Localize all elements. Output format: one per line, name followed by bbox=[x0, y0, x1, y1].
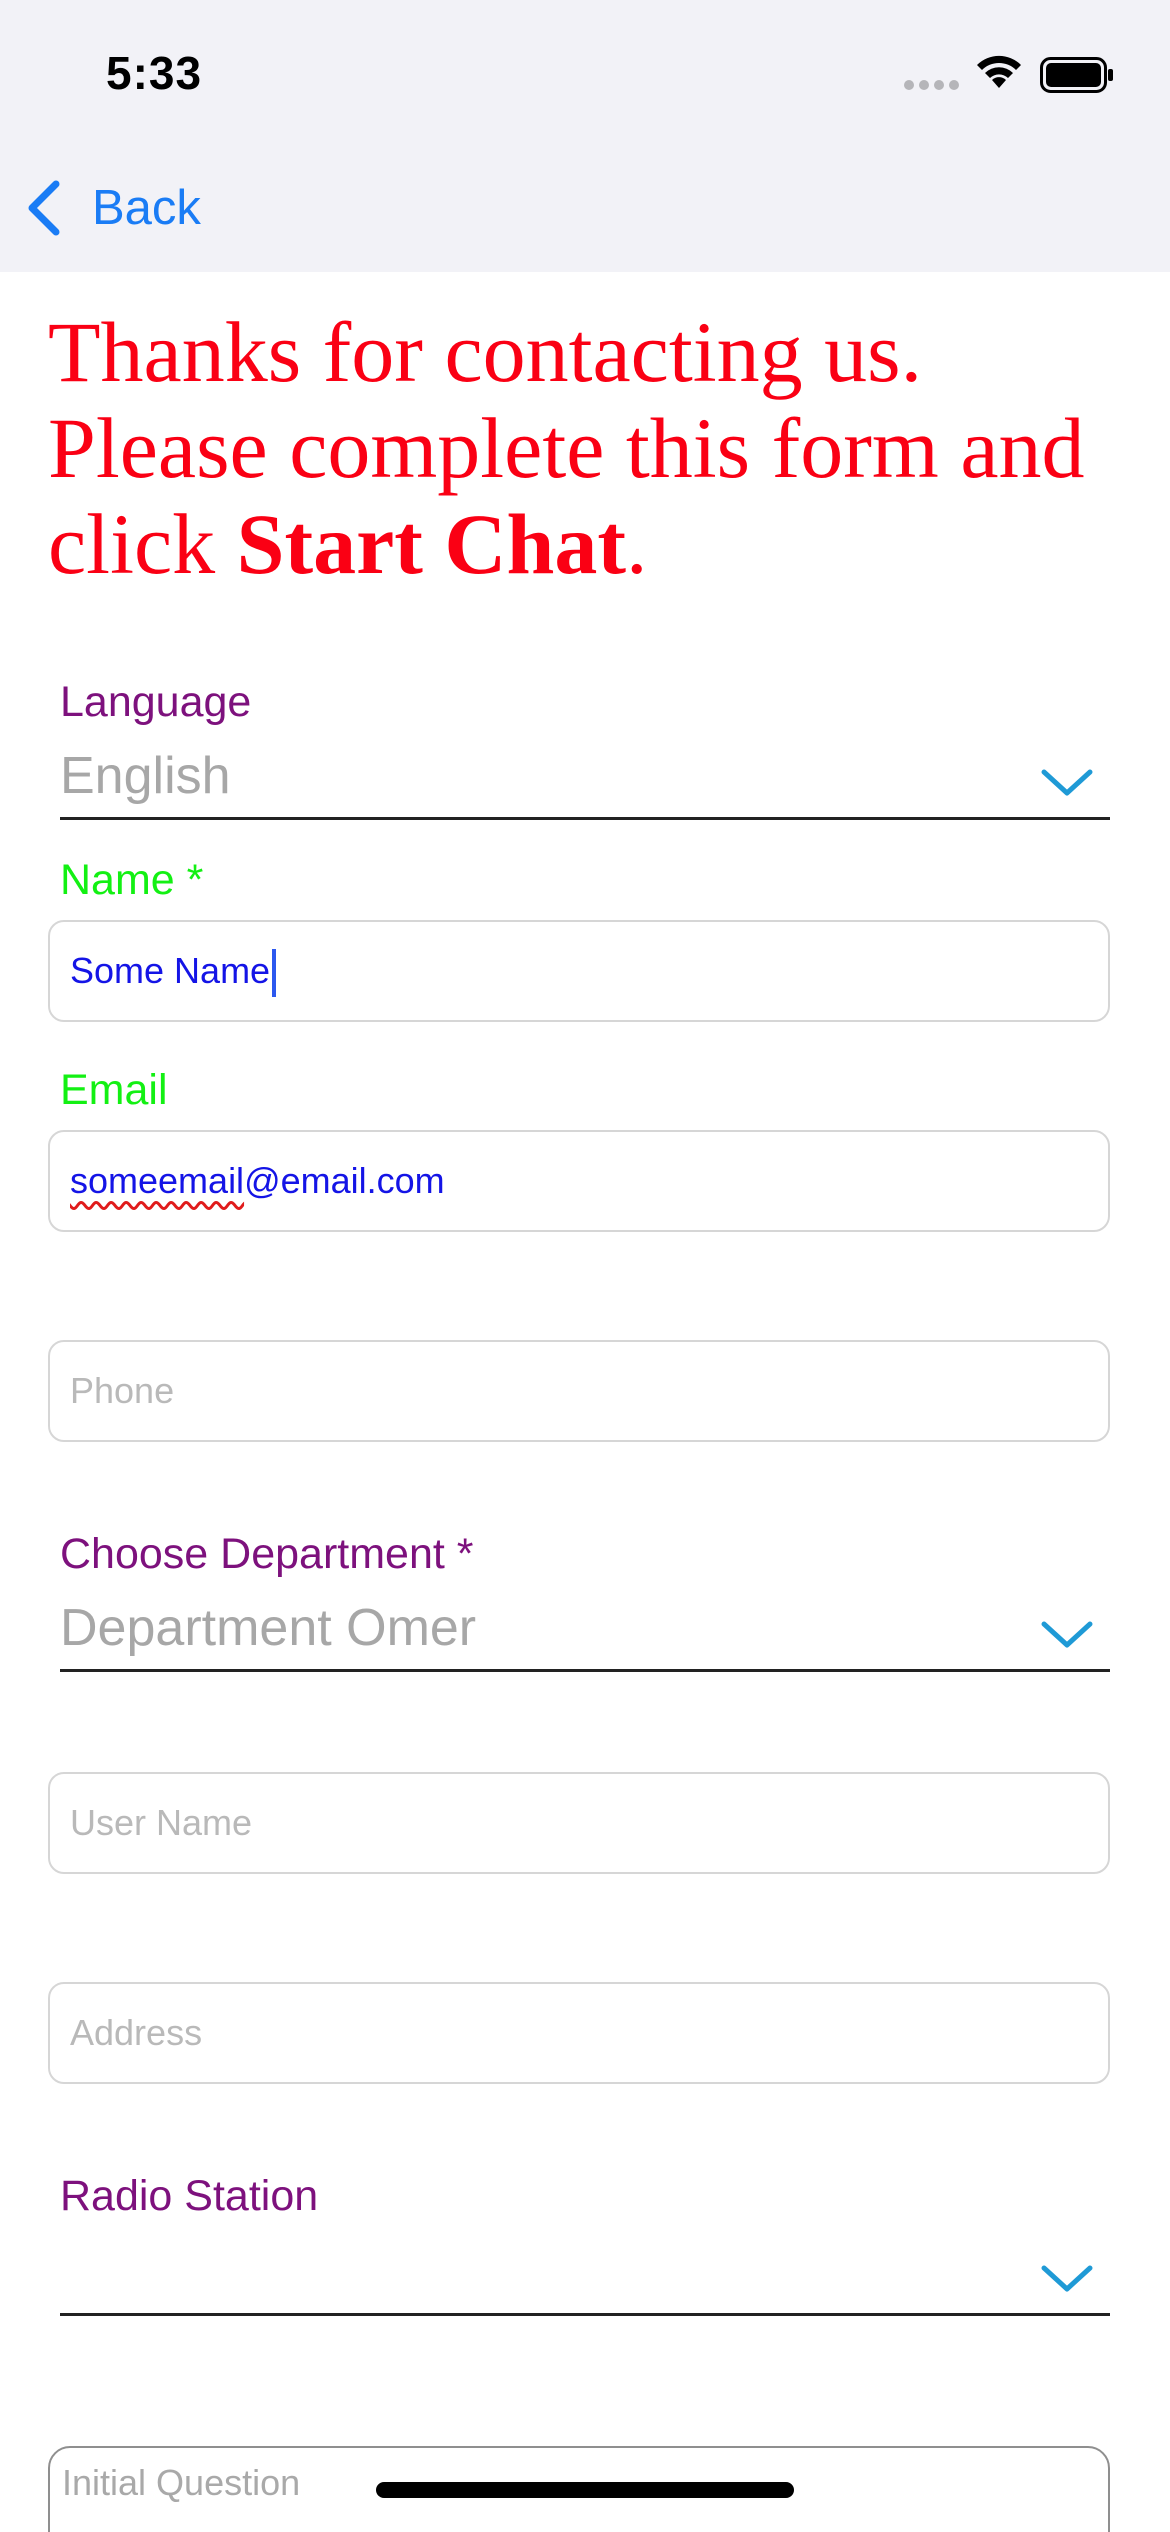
home-indicator[interactable] bbox=[376, 2482, 794, 2498]
intro-line-2: Please complete this form and bbox=[48, 400, 1085, 496]
phone-input[interactable] bbox=[70, 1342, 1070, 1440]
address-input[interactable] bbox=[70, 1984, 1070, 2082]
department-label: Choose Department * bbox=[60, 1530, 474, 1578]
start-chat-emphasis: Start Chat bbox=[236, 496, 626, 592]
name-input[interactable]: Some Name bbox=[70, 922, 277, 1020]
intro-message: Thanks for contacting us. Please complet… bbox=[48, 304, 1138, 592]
cellular-signal-icon bbox=[904, 80, 960, 90]
radio-station-dropdown[interactable] bbox=[60, 2236, 1110, 2316]
back-button[interactable]: Back bbox=[24, 174, 201, 242]
email-field[interactable]: someemail@email.com bbox=[48, 1130, 1110, 1232]
intro-line-3-suffix: . bbox=[626, 496, 648, 592]
department-value: Department Omer bbox=[60, 1599, 477, 1657]
intro-line-1: Thanks for contacting us. bbox=[48, 304, 923, 400]
battery-icon bbox=[1040, 57, 1113, 93]
top-bar: 5:33 Back bbox=[0, 0, 1170, 272]
radio-station-label: Radio Station bbox=[60, 2172, 319, 2220]
intro-line-3: click Start Chat. bbox=[48, 496, 1138, 592]
name-label: Name * bbox=[60, 856, 204, 904]
department-dropdown[interactable]: Department Omer bbox=[60, 1592, 1110, 1672]
language-value: English bbox=[60, 747, 231, 805]
wifi-icon bbox=[977, 55, 1021, 88]
user-name-field[interactable] bbox=[48, 1772, 1110, 1874]
email-label: Email bbox=[60, 1066, 168, 1114]
status-time: 5:33 bbox=[106, 47, 203, 99]
email-value-misspelled: someemail bbox=[70, 1160, 245, 1201]
language-label: Language bbox=[60, 678, 252, 726]
email-value-rest: @email.com bbox=[244, 1160, 445, 1201]
chevron-down-icon bbox=[1041, 1621, 1093, 1648]
chevron-down-icon bbox=[1041, 2265, 1093, 2292]
intro-line-3-prefix: click bbox=[48, 496, 237, 592]
phone-field[interactable] bbox=[48, 1340, 1110, 1442]
user-name-input[interactable] bbox=[70, 1774, 1070, 1872]
address-field[interactable] bbox=[48, 1982, 1110, 2084]
chevron-left-icon bbox=[28, 180, 60, 236]
name-value: Some Name bbox=[70, 950, 271, 991]
text-cursor bbox=[272, 949, 277, 998]
chevron-down-icon bbox=[1041, 769, 1093, 796]
back-label: Back bbox=[92, 181, 201, 235]
name-field[interactable]: Some Name bbox=[48, 920, 1110, 1022]
language-dropdown[interactable]: English bbox=[60, 740, 1110, 820]
email-input[interactable]: someemail@email.com bbox=[70, 1132, 445, 1230]
